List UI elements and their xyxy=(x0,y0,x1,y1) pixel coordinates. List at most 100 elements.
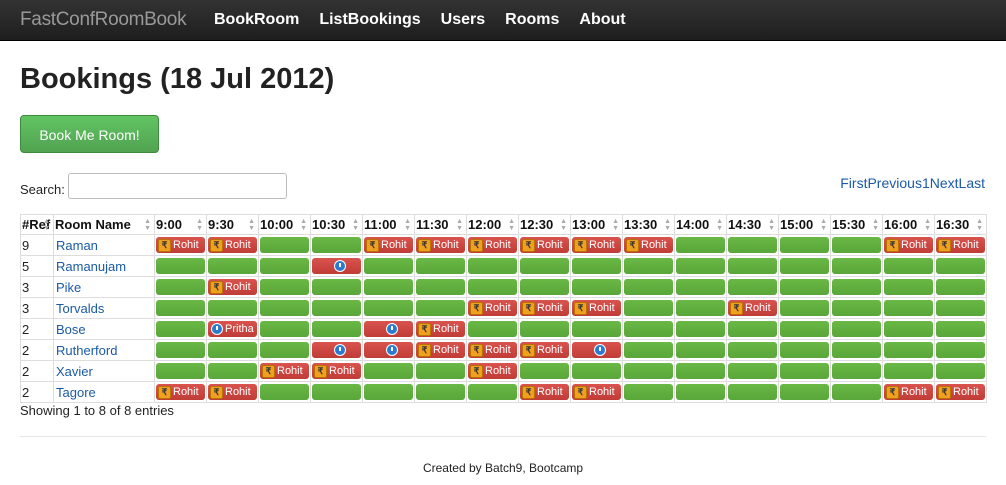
free-slot[interactable] xyxy=(520,321,569,337)
free-slot[interactable] xyxy=(936,279,985,295)
free-slot[interactable] xyxy=(676,363,725,379)
nav-users[interactable]: Users xyxy=(431,0,495,40)
sort-icon[interactable]: ▲ ▼ xyxy=(716,218,723,232)
booked-slot[interactable]: ₹ Rohit xyxy=(260,363,309,379)
free-slot[interactable] xyxy=(572,279,621,295)
booked-slot[interactable]: ₹ Rohit xyxy=(728,300,777,316)
booked-slot[interactable]: ₹ Rohit xyxy=(312,363,361,379)
free-slot[interactable] xyxy=(520,279,569,295)
column-header-time[interactable]: 11:00 ▲ ▼ xyxy=(362,214,415,235)
free-slot[interactable] xyxy=(208,363,257,379)
room-name-link[interactable]: Pike xyxy=(53,276,155,298)
free-slot[interactable] xyxy=(884,279,933,295)
free-slot[interactable] xyxy=(676,384,725,400)
free-slot[interactable] xyxy=(260,321,309,337)
free-slot[interactable] xyxy=(832,258,881,274)
free-slot[interactable] xyxy=(728,258,777,274)
booked-slot[interactable]: ₹ Rohit xyxy=(572,384,621,400)
free-slot[interactable] xyxy=(312,321,361,337)
sort-icon[interactable]: ▲ ▼ xyxy=(768,218,775,232)
booked-slot[interactable]: ₹ Rohit xyxy=(208,279,257,295)
free-slot[interactable] xyxy=(572,321,621,337)
booked-slot[interactable]: ₹ Rohit xyxy=(468,300,517,316)
booked-slot[interactable] xyxy=(572,342,621,358)
free-slot[interactable] xyxy=(832,237,881,253)
free-slot[interactable] xyxy=(312,300,361,316)
free-slot[interactable] xyxy=(780,384,829,400)
booked-slot[interactable]: ₹ Rohit xyxy=(572,237,621,253)
pager-first[interactable]: First xyxy=(840,175,867,191)
free-slot[interactable] xyxy=(884,342,933,358)
free-slot[interactable] xyxy=(676,342,725,358)
free-slot[interactable] xyxy=(780,363,829,379)
free-slot[interactable] xyxy=(624,342,673,358)
free-slot[interactable] xyxy=(728,321,777,337)
sort-icon[interactable]: ▲ ▼ xyxy=(144,218,151,232)
booked-slot[interactable]: ₹ Rohit xyxy=(208,237,257,253)
nav-bookroom[interactable]: BookRoom xyxy=(204,0,309,40)
free-slot[interactable] xyxy=(156,363,205,379)
free-slot[interactable] xyxy=(780,279,829,295)
column-header-time[interactable]: 14:00 ▲ ▼ xyxy=(674,214,727,235)
free-slot[interactable] xyxy=(728,363,777,379)
sort-icon[interactable]: ▲ ▼ xyxy=(664,218,671,232)
pager-next[interactable]: Next xyxy=(930,175,959,191)
free-slot[interactable] xyxy=(728,237,777,253)
free-slot[interactable] xyxy=(624,279,673,295)
free-slot[interactable] xyxy=(728,342,777,358)
free-slot[interactable] xyxy=(624,363,673,379)
free-slot[interactable] xyxy=(832,384,881,400)
booked-slot[interactable]: ₹ Rohit xyxy=(416,237,465,253)
column-header-time[interactable]: 9:30 ▲ ▼ xyxy=(206,214,259,235)
free-slot[interactable] xyxy=(468,279,517,295)
free-slot[interactable] xyxy=(884,300,933,316)
free-slot[interactable] xyxy=(364,279,413,295)
room-name-link[interactable]: Ramanujam xyxy=(53,255,155,277)
column-header-time[interactable]: 11:30 ▲ ▼ xyxy=(414,214,467,235)
booked-slot[interactable]: ₹ Rohit xyxy=(884,384,933,400)
sort-icon[interactable]: ▲ ▼ xyxy=(404,218,411,232)
column-header-time[interactable]: 9:00 ▲ ▼ xyxy=(154,214,207,235)
free-slot[interactable] xyxy=(416,300,465,316)
free-slot[interactable] xyxy=(260,384,309,400)
booked-slot[interactable]: ₹ Rohit xyxy=(520,300,569,316)
column-header-ref[interactable]: #Ref ▲ ▼ xyxy=(20,214,54,235)
booked-slot[interactable]: ₹ Rohit xyxy=(884,237,933,253)
sort-icon[interactable]: ▲ ▼ xyxy=(820,218,827,232)
free-slot[interactable] xyxy=(936,300,985,316)
free-slot[interactable] xyxy=(884,258,933,274)
free-slot[interactable] xyxy=(936,258,985,274)
booked-slot[interactable]: ₹ Rohit xyxy=(520,342,569,358)
column-header-time[interactable]: 12:30 ▲ ▼ xyxy=(518,214,571,235)
pager-page-1[interactable]: 1 xyxy=(922,175,930,191)
booked-slot[interactable]: ₹ Rohit xyxy=(936,237,985,253)
free-slot[interactable] xyxy=(520,363,569,379)
booked-slot[interactable]: ₹ Rohit xyxy=(624,237,673,253)
sort-icon[interactable]: ▲ ▼ xyxy=(300,218,307,232)
booked-slot[interactable] xyxy=(364,321,413,337)
free-slot[interactable] xyxy=(364,363,413,379)
free-slot[interactable] xyxy=(728,279,777,295)
free-slot[interactable] xyxy=(884,321,933,337)
booked-slot[interactable] xyxy=(312,258,361,274)
sort-icon[interactable]: ▲ ▼ xyxy=(872,218,879,232)
free-slot[interactable] xyxy=(156,300,205,316)
booked-slot[interactable]: ₹ Rohit xyxy=(468,363,517,379)
sort-icon[interactable]: ▲ ▼ xyxy=(43,218,50,232)
free-slot[interactable] xyxy=(832,321,881,337)
sort-icon[interactable]: ▲ ▼ xyxy=(456,218,463,232)
room-name-link[interactable]: Raman xyxy=(53,234,155,256)
free-slot[interactable] xyxy=(936,321,985,337)
column-header-time[interactable]: 13:30 ▲ ▼ xyxy=(622,214,675,235)
free-slot[interactable] xyxy=(364,384,413,400)
free-slot[interactable] xyxy=(156,258,205,274)
pager-last[interactable]: Last xyxy=(959,175,985,191)
column-header-time[interactable]: 15:30 ▲ ▼ xyxy=(830,214,883,235)
free-slot[interactable] xyxy=(780,258,829,274)
free-slot[interactable] xyxy=(312,279,361,295)
room-name-link[interactable]: Rutherford xyxy=(53,339,155,361)
room-name-link[interactable]: Torvalds xyxy=(53,297,155,319)
free-slot[interactable] xyxy=(676,237,725,253)
free-slot[interactable] xyxy=(624,258,673,274)
free-slot[interactable] xyxy=(260,300,309,316)
